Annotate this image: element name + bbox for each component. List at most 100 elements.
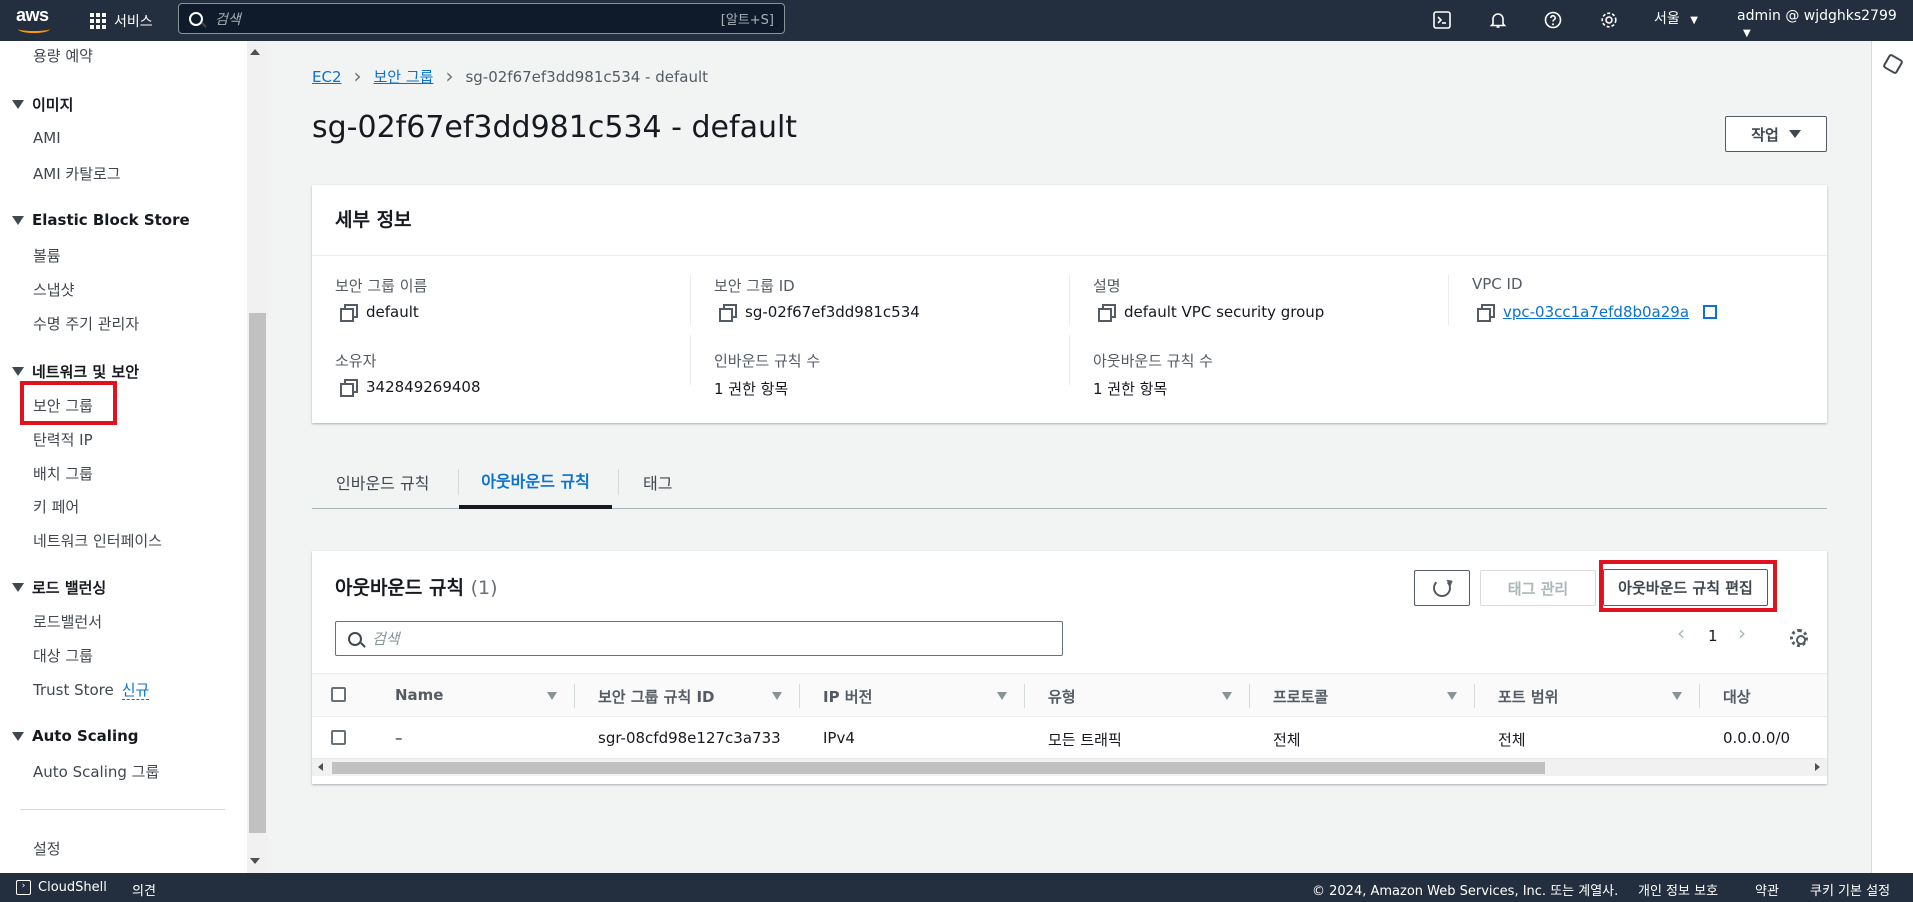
copy-icon[interactable]	[719, 304, 737, 322]
column-header-protocol[interactable]: 프로토콜	[1273, 686, 1328, 707]
rules-search-input[interactable]: 검색	[335, 621, 1063, 656]
column-header-name[interactable]: Name	[395, 686, 443, 704]
scroll-down-arrow-icon[interactable]	[250, 858, 260, 864]
sidebar-item-volumes[interactable]: 볼륨	[33, 245, 61, 266]
sidebar-item-key-pairs[interactable]: 키 페어	[33, 496, 79, 517]
details-card: 세부 정보 보안 그룹 이름 default 보안 그룹 ID sg-02f67…	[312, 185, 1827, 423]
column-resizer[interactable]	[1474, 684, 1475, 708]
table-preferences-gear-icon[interactable]	[1790, 629, 1808, 647]
column-header-type[interactable]: 유형	[1048, 686, 1076, 707]
copy-icon[interactable]	[340, 304, 358, 322]
horizontal-scrollbar-thumb[interactable]	[332, 762, 1545, 774]
breadcrumb-ec2-link[interactable]: EC2	[312, 68, 342, 86]
sort-icon[interactable]	[772, 692, 782, 700]
rules-count: (1)	[470, 577, 498, 599]
description-value: default VPC security group	[1098, 303, 1324, 322]
privacy-link[interactable]: 개인 정보 보호	[1638, 880, 1718, 899]
scroll-left-arrow-icon[interactable]	[318, 763, 323, 771]
tab-outbound-rules[interactable]: 아웃바운드 규칙	[459, 455, 612, 509]
sidebar-item-auto-scaling-groups[interactable]: Auto Scaling 그룹	[33, 761, 159, 782]
column-resizer[interactable]	[1699, 684, 1700, 708]
sidebar-section-load-balancing[interactable]: 로드 밸런싱	[12, 577, 106, 598]
cloudshell-terminal-icon[interactable]: ›	[16, 880, 31, 895]
column-header-destination[interactable]: 대상	[1723, 686, 1751, 707]
region-selector[interactable]: 서울 ▼	[1654, 8, 1698, 28]
sidebar-item-trust-store[interactable]: Trust Store 신규	[33, 679, 150, 700]
aws-logo[interactable]: aws	[16, 5, 56, 35]
next-page-chevron-icon[interactable]: ›	[1738, 621, 1746, 645]
table-row[interactable]: – sgr-08cfd98e127c3a733 IPv4 모든 트래픽 전체 전…	[312, 717, 1827, 759]
row-checkbox[interactable]	[331, 730, 346, 745]
table-horizontal-scrollbar[interactable]	[312, 759, 1827, 776]
column-resizer[interactable]	[1249, 684, 1250, 708]
sort-icon[interactable]	[997, 692, 1007, 700]
sidebar-item-capacity-reservations[interactable]: 용량 예약	[33, 45, 93, 66]
sort-icon[interactable]	[1672, 692, 1682, 700]
hexagon-icon[interactable]	[1882, 53, 1904, 75]
external-link-icon[interactable]	[1703, 305, 1718, 319]
select-all-checkbox[interactable]	[331, 687, 346, 702]
account-menu[interactable]: admin @ wjdghks2799 ▼	[1737, 8, 1913, 40]
column-header-rule-id[interactable]: 보안 그룹 규칙 ID	[598, 686, 715, 707]
sort-icon[interactable]	[1447, 692, 1457, 700]
breadcrumb-security-groups-link[interactable]: 보안 그룹	[374, 66, 434, 87]
column-divider	[1448, 275, 1449, 325]
cookie-preferences-link[interactable]: 쿠키 기본 설정	[1810, 880, 1890, 899]
collapse-triangle-icon	[12, 367, 24, 376]
actions-button[interactable]: 작업	[1725, 116, 1827, 152]
sidebar-section-auto-scaling[interactable]: Auto Scaling	[12, 727, 139, 745]
vpc-id-link[interactable]: vpc-03cc1a7efd8b0a29a	[1503, 303, 1689, 321]
scroll-up-arrow-icon[interactable]	[250, 49, 260, 55]
column-resizer[interactable]	[799, 684, 800, 708]
notifications-bell-icon[interactable]	[1487, 9, 1509, 31]
details-title: 세부 정보	[335, 209, 412, 231]
sidebar-item-settings[interactable]: 설정	[33, 838, 61, 859]
tab-inbound-rules[interactable]: 인바운드 규칙	[336, 455, 429, 509]
column-resizer[interactable]	[574, 684, 575, 708]
security-groups-highlight	[20, 381, 117, 425]
refresh-button[interactable]	[1414, 570, 1470, 606]
cloudshell-link[interactable]: CloudShell	[38, 880, 107, 895]
settings-gear-icon[interactable]	[1598, 9, 1620, 31]
sidebar-item-placement-groups[interactable]: 배치 그룹	[33, 463, 93, 484]
column-header-ip-version[interactable]: IP 버전	[823, 686, 872, 707]
help-icon[interactable]	[1542, 9, 1564, 31]
feedback-link[interactable]: 의견	[132, 880, 156, 899]
sort-icon[interactable]	[547, 692, 557, 700]
sidebar-item-snapshots[interactable]: 스냅샷	[33, 279, 74, 300]
sidebar-section-images[interactable]: 이미지	[12, 94, 73, 115]
sidebar-item-ami-catalog[interactable]: AMI 카탈로그	[33, 163, 121, 184]
search-icon	[348, 631, 362, 646]
terms-link[interactable]: 약관	[1755, 880, 1779, 899]
column-header-port-range[interactable]: 포트 범위	[1498, 686, 1558, 707]
copy-icon[interactable]	[340, 379, 358, 397]
global-search-input[interactable]: 검색 [알트+S]	[178, 3, 785, 34]
sidebar-section-network-security[interactable]: 네트워크 및 보안	[12, 361, 139, 382]
sort-icon[interactable]	[1222, 692, 1232, 700]
sidebar-item-elastic-ips[interactable]: 탄력적 IP	[33, 429, 93, 450]
sidebar-scrollbar-thumb[interactable]	[249, 313, 266, 833]
copy-icon[interactable]	[1098, 304, 1116, 322]
sg-id-text: sg-02f67ef3dd981c534	[745, 303, 920, 321]
cell-port-range: 전체	[1498, 731, 1526, 749]
scroll-right-arrow-icon[interactable]	[1815, 763, 1820, 771]
sidebar-item-load-balancers[interactable]: 로드밸런서	[33, 611, 102, 632]
page-number[interactable]: 1	[1708, 627, 1718, 645]
sg-name-text: default	[366, 303, 419, 321]
aws-smile-icon	[18, 25, 50, 33]
copy-icon[interactable]	[1477, 304, 1495, 322]
cloudshell-icon[interactable]	[1431, 9, 1453, 31]
sidebar-section-ebs[interactable]: Elastic Block Store	[12, 211, 190, 229]
prev-page-chevron-icon[interactable]: ‹	[1677, 621, 1685, 645]
owner-value: 342849269408	[340, 378, 481, 397]
sidebar-item-ami[interactable]: AMI	[33, 129, 61, 147]
sidebar-item-lifecycle-manager[interactable]: 수명 주기 관리자	[33, 313, 139, 334]
services-menu-button[interactable]: 서비스	[90, 8, 153, 34]
sidebar-section-title: 이미지	[32, 96, 74, 114]
sidebar-item-network-interfaces[interactable]: 네트워크 인터페이스	[33, 530, 162, 551]
sidebar-item-target-groups[interactable]: 대상 그룹	[33, 645, 93, 666]
tab-tags[interactable]: 태그	[643, 455, 672, 509]
top-navigation: aws 서비스 검색 [알트+S] 서울 ▼ admin @ wjdghks27…	[0, 0, 1913, 41]
manage-tags-button[interactable]: 태그 관리	[1480, 570, 1596, 606]
column-resizer[interactable]	[1024, 684, 1025, 708]
